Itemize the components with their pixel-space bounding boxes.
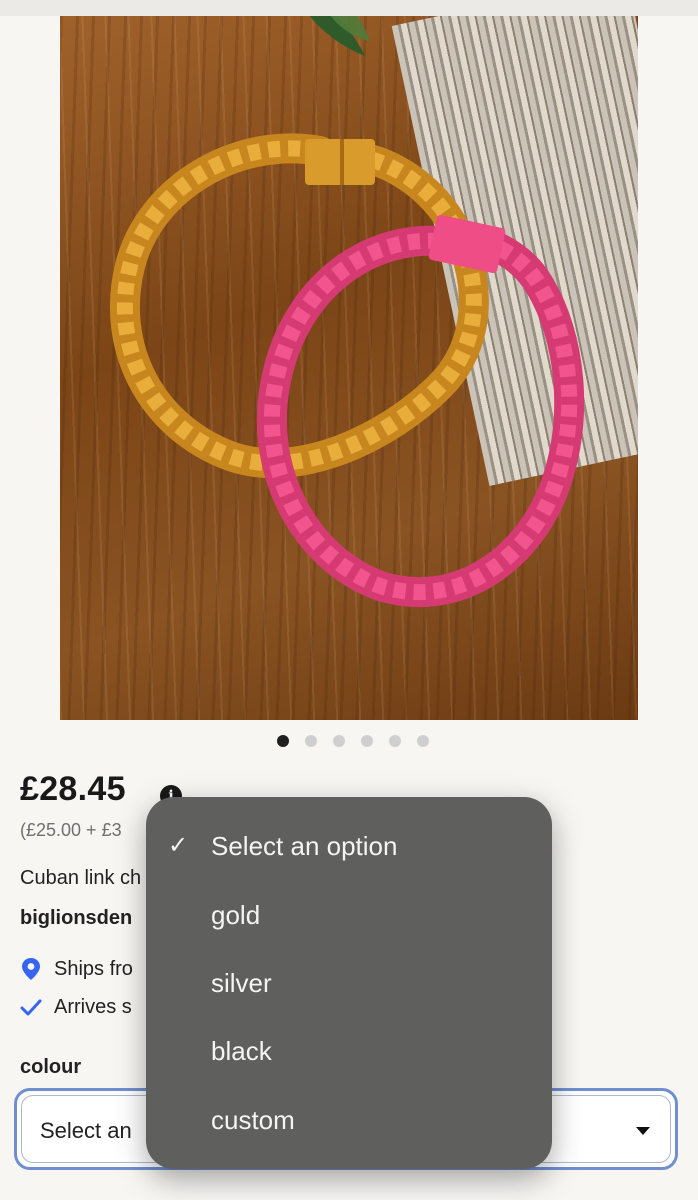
option-silver[interactable]: silver — [146, 953, 552, 1013]
status-strip — [0, 0, 698, 16]
arrival-info: Arrives s — [20, 996, 132, 1019]
carousel-dot[interactable] — [333, 735, 345, 747]
caret-down-icon — [636, 1127, 650, 1135]
carousel-dot[interactable] — [417, 735, 429, 747]
shipping-info: Ships fro — [20, 957, 133, 981]
price-breakdown: (£25.00 + £3 — [20, 820, 122, 840]
seller-name[interactable]: biglionsden — [20, 907, 132, 930]
carousel-dot[interactable] — [277, 735, 289, 747]
shipping-text: Ships fro — [54, 957, 133, 980]
option-label: silver — [211, 968, 272, 998]
option-select-an-option[interactable]: ✓ Select an option — [146, 816, 552, 876]
checkmark-icon — [20, 999, 42, 1015]
option-label: custom — [211, 1105, 295, 1135]
product-title: Cuban link ch — [20, 867, 142, 889]
arrival-text: Arrives s — [54, 996, 132, 1018]
selected-checkmark-icon: ✓ — [168, 832, 189, 859]
colour-select-value: Select an — [40, 1118, 132, 1143]
location-pin-icon — [22, 958, 40, 980]
price: £28.45 — [20, 770, 126, 808]
product-image[interactable] — [60, 16, 638, 720]
option-black[interactable]: black — [146, 1021, 552, 1081]
option-gold[interactable]: gold — [146, 885, 552, 945]
colour-options-menu: ✓ Select an option gold silver black cus… — [146, 797, 552, 1169]
carousel-dot[interactable] — [361, 735, 373, 747]
option-label: Select an option — [211, 831, 398, 861]
variation-label: colour — [20, 1056, 82, 1078]
option-custom[interactable]: custom — [146, 1090, 552, 1150]
carousel-dot[interactable] — [389, 735, 401, 747]
image-carousel-dots[interactable] — [277, 735, 437, 747]
carousel-dot[interactable] — [305, 735, 317, 747]
option-label: black — [211, 1036, 272, 1066]
option-label: gold — [211, 900, 261, 930]
chain-necklaces — [109, 133, 585, 608]
